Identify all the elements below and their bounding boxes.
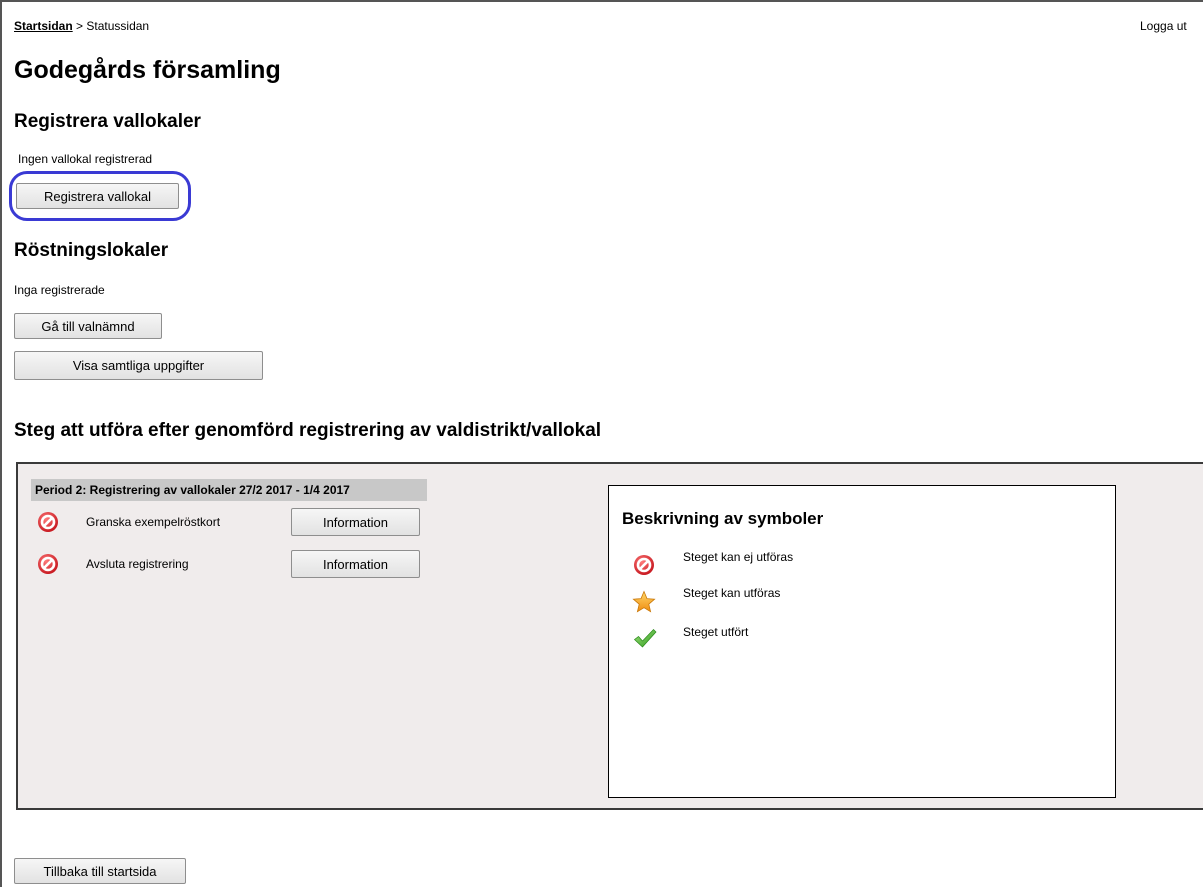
- symbol-legend: [608, 485, 1116, 798]
- checkmark-icon: [633, 627, 657, 649]
- step-label: Avsluta registrering: [86, 557, 189, 571]
- show-all-details-button[interactable]: Visa samtliga uppgifter: [14, 351, 263, 380]
- vallokal-status-text: Ingen vallokal registrerad: [18, 152, 153, 166]
- period-header: Period 2: Registrering av vallokaler 27/…: [31, 479, 427, 501]
- information-button[interactable]: Information: [291, 508, 420, 536]
- steps-heading: Steg att utföra efter genomförd registre…: [14, 420, 602, 441]
- breadcrumb: Startsidan > Statussidan: [14, 19, 149, 33]
- information-button[interactable]: Information: [291, 550, 420, 578]
- legend-label: Steget kan ej utföras: [683, 550, 794, 564]
- logout-link[interactable]: Logga ut: [1140, 19, 1187, 33]
- back-to-start-button[interactable]: Tillbaka till startsida: [14, 858, 186, 884]
- forbidden-icon: [37, 553, 59, 575]
- goto-valnamnd-button[interactable]: Gå till valnämnd: [14, 313, 162, 339]
- forbidden-icon: [37, 511, 59, 533]
- forbidden-icon: [633, 554, 655, 576]
- legend-label: Steget kan utföras: [683, 586, 781, 600]
- rostningslokaler-heading: Röstningslokaler: [14, 240, 169, 261]
- register-vallokaler-heading: Registrera vallokaler: [14, 111, 201, 132]
- step-label: Granska exempelröstkort: [86, 515, 221, 529]
- legend-label: Steget utfört: [683, 625, 749, 639]
- breadcrumb-current: Statussidan: [86, 19, 150, 33]
- legend-title: Beskrivning av symboler: [622, 509, 824, 528]
- register-vallokal-button[interactable]: Registrera vallokal: [16, 183, 179, 209]
- rostningslokaler-status-text: Inga registrerade: [14, 283, 105, 297]
- breadcrumb-home-link[interactable]: Startsidan: [14, 19, 73, 33]
- star-icon: [632, 590, 656, 613]
- breadcrumb-separator: >: [76, 19, 84, 33]
- page-title: Godegårds församling: [14, 56, 281, 84]
